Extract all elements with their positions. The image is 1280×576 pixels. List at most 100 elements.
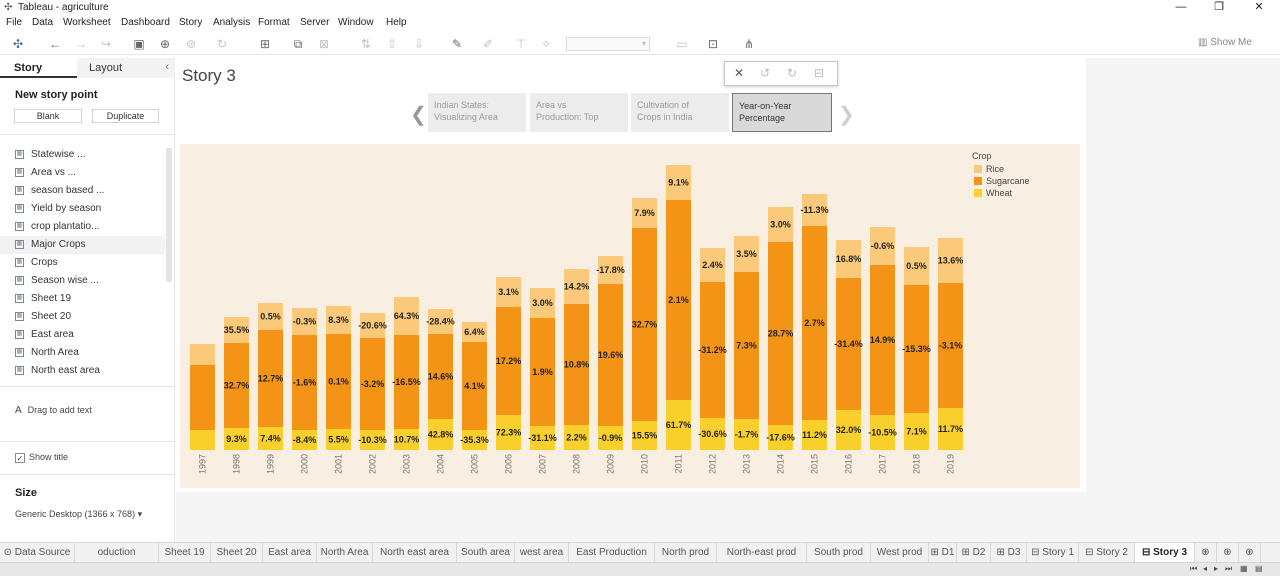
story-point-3[interactable]: Cultivation of Crops in India — [631, 93, 731, 132]
new-story-tab-icon[interactable]: ⊕ — [1239, 543, 1261, 563]
next-page-icon[interactable]: ▸ — [1214, 564, 1218, 573]
sheet-tab[interactable]: North-east prod — [717, 543, 807, 563]
tab-layout-label: Layout — [89, 62, 123, 74]
sheet-list-item[interactable]: ▦ Statewise ... — [0, 146, 165, 164]
story-point-4[interactable]: Year-on-Year Percentage — [732, 93, 832, 132]
labels-icon[interactable]: ⊤ — [513, 36, 529, 52]
sheet-tab[interactable]: oduction — [75, 543, 159, 563]
swap-icon[interactable]: ⇅ — [358, 36, 374, 52]
menu-help[interactable]: Help — [386, 17, 407, 28]
sheet-tab[interactable]: East Production — [569, 543, 655, 563]
sheet-tab[interactable]: South prod — [807, 543, 871, 563]
sheet-tab[interactable]: ⊟ Story 2 — [1079, 543, 1135, 563]
previous-point-icon[interactable]: ❮ — [410, 102, 427, 127]
sheet-tab[interactable]: west area — [515, 543, 569, 563]
show-title-checkbox[interactable]: ✓ Show title — [15, 452, 68, 463]
prev-page-icon[interactable]: ◂ — [1203, 564, 1207, 573]
fix-axes-icon[interactable]: ✧ — [538, 36, 554, 52]
maximize-icon[interactable]: ❐ — [1204, 0, 1234, 15]
sheet-tab[interactable]: North east area — [373, 543, 457, 563]
sheet-list-item[interactable]: ▦ Yield by season — [0, 200, 165, 218]
next-point-icon[interactable]: ❯ — [838, 102, 855, 127]
replay-icon[interactable]: ↪ — [98, 36, 114, 52]
clear-sheet-icon[interactable]: ⊠ — [316, 36, 332, 52]
save-icon[interactable]: ▣ — [131, 36, 147, 52]
menu-dashboard[interactable]: Dashboard — [121, 17, 170, 28]
save-as-new-icon[interactable]: ⊟ — [814, 66, 824, 80]
sheet-list-item[interactable]: ▦ North east area — [0, 362, 165, 380]
sheet-tab[interactable]: North Area — [317, 543, 373, 563]
new-worksheet-icon[interactable]: ⊞ — [257, 36, 273, 52]
menu-server[interactable]: Server — [300, 17, 329, 28]
sheet-list-item[interactable]: ▦ East area — [0, 326, 165, 344]
tab-layout[interactable]: Layout ‹ — [77, 58, 175, 78]
update-icon[interactable]: ↻ — [787, 66, 797, 80]
pause-updates-icon[interactable]: ⊜ — [183, 36, 199, 52]
menu-file[interactable]: File — [6, 17, 22, 28]
tab-story[interactable]: Story — [0, 58, 77, 78]
blank-button[interactable]: Blank — [14, 109, 82, 123]
sheet-list-item[interactable]: ▦ crop plantatio... — [0, 218, 165, 236]
grid-view-icon[interactable]: ▦ — [1240, 564, 1248, 573]
sheet-list-item[interactable]: ▦ Season wise ... — [0, 272, 165, 290]
story-point-1[interactable]: Indian States: Visualizing Area — [428, 93, 528, 132]
revert-icon[interactable]: ↺ — [760, 66, 770, 80]
menu-data[interactable]: Data — [32, 17, 53, 28]
sheet-list-item[interactable]: ▦ Sheet 19 — [0, 290, 165, 308]
sheet-list-item[interactable]: ▦ season based ... — [0, 182, 165, 200]
sheet-tab[interactable]: West prod — [871, 543, 929, 563]
fit-dropdown[interactable]: ▾ — [566, 37, 650, 51]
duplicate-sheet-icon[interactable]: ⧉ — [290, 36, 306, 52]
highlight-icon[interactable]: ✎ — [449, 36, 465, 52]
sheet-tab[interactable]: Sheet 20 — [211, 543, 263, 563]
duplicate-button[interactable]: Duplicate — [92, 109, 159, 123]
redo-icon[interactable]: → — [73, 36, 89, 52]
delete-story-point-icon[interactable]: ✕ — [734, 66, 744, 80]
sheet-list-item[interactable]: ▦ Crops — [0, 254, 165, 272]
size-dropdown[interactable]: Generic Desktop (1366 x 768) ▾ — [15, 509, 142, 520]
sheet-tab[interactable]: ⊞ D2 — [957, 543, 991, 563]
first-page-icon[interactable]: ⏮ — [1190, 564, 1197, 574]
drag-text-item[interactable]: A Drag to add text — [15, 405, 92, 416]
sort-ascending-icon[interactable]: ⇧ — [384, 36, 400, 52]
sheet-tab[interactable]: ⊟ Story 1 — [1027, 543, 1079, 563]
new-data-source-icon[interactable]: ⊕ — [157, 36, 173, 52]
menu-analysis[interactable]: Analysis — [213, 17, 250, 28]
sheet-list-item[interactable]: ▦ North Area — [0, 344, 165, 362]
new-worksheet-tab-icon[interactable]: ⊕ — [1195, 543, 1217, 563]
sheet-list-item[interactable]: ▦ Major Crops — [0, 236, 165, 254]
filmstrip-view-icon[interactable]: ▤ — [1255, 564, 1263, 573]
data-label: 7.3% — [736, 341, 757, 351]
story-point-2[interactable]: Area vs Production: Top — [530, 93, 630, 132]
sheet-tab[interactable]: ⊙ Data Source — [0, 543, 75, 563]
show-me-button[interactable]: ▥ Show Me — [1198, 37, 1252, 48]
undo-icon[interactable]: ← — [47, 36, 63, 52]
minimize-icon[interactable]: — — [1166, 0, 1196, 15]
sheet-tab[interactable]: Sheet 19 — [159, 543, 211, 563]
sheet-tab[interactable]: South area — [457, 543, 515, 563]
sort-descending-icon[interactable]: ⇩ — [411, 36, 427, 52]
presentation-mode-icon[interactable]: ⊡ — [705, 36, 721, 52]
close-window-icon[interactable]: ✕ — [1244, 0, 1274, 15]
show-cards-icon[interactable]: ▭ — [674, 36, 690, 52]
tableau-home-icon[interactable]: ✣ — [10, 36, 26, 52]
sheet-tab[interactable]: ⊞ D1 — [929, 543, 957, 563]
sheet-tab[interactable]: North prod — [655, 543, 717, 563]
menu-window[interactable]: Window — [338, 17, 374, 28]
last-page-icon[interactable]: ⏭ — [1225, 564, 1232, 574]
collapse-panel-icon[interactable]: ‹ — [165, 61, 169, 73]
sheet-tab[interactable]: ⊟ Story 3 — [1135, 543, 1195, 563]
sheet-list-item[interactable]: ▦ Sheet 20 — [0, 308, 165, 326]
menu-worksheet[interactable]: Worksheet — [63, 17, 111, 28]
group-icon[interactable]: ✐ — [480, 36, 496, 52]
sheet-list-scrollbar[interactable] — [166, 148, 172, 282]
sheet-list-item[interactable]: ▦ Area vs ... — [0, 164, 165, 182]
menu-story[interactable]: Story — [179, 17, 202, 28]
refresh-icon[interactable]: ↻ — [214, 36, 230, 52]
sheet-tab[interactable]: East area — [263, 543, 317, 563]
menu-format[interactable]: Format — [258, 17, 290, 28]
new-dashboard-tab-icon[interactable]: ⊕ — [1217, 543, 1239, 563]
share-icon[interactable]: ⋔ — [741, 36, 757, 52]
sheet-list-label: East area — [31, 329, 74, 340]
sheet-tab[interactable]: ⊞ D3 — [991, 543, 1027, 563]
